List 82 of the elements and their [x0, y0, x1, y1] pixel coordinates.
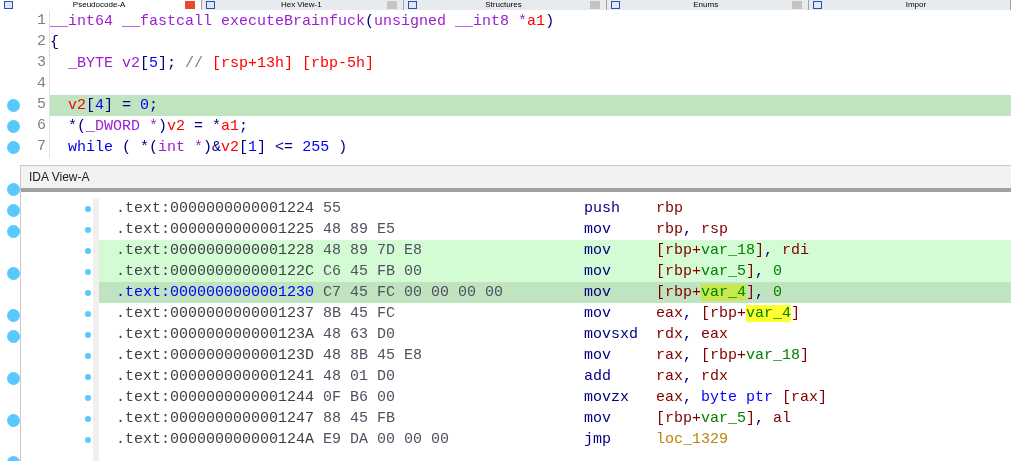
address: .text:0000000000001241	[116, 367, 315, 387]
line-number: 1	[36, 11, 46, 32]
operands: [rbp+var_5], al	[656, 409, 792, 429]
mnemonic: push	[584, 199, 622, 219]
operands: loc_1329	[656, 430, 729, 450]
operands: [rbp+var_18], rdi	[656, 241, 810, 261]
tab-icon	[206, 1, 216, 9]
line-number: 3	[36, 53, 46, 74]
tab-icon	[610, 1, 620, 9]
opcode-bytes: C7 45 FC 00 00 00 00	[323, 283, 505, 303]
code-line: _BYTE v2[5]; // [rsp+13h] [rbp-5h]	[67, 54, 376, 74]
operands: eax, byte ptr [rax]	[656, 388, 828, 408]
opcode-bytes: 88 45 FB	[323, 409, 397, 429]
disassembly-row[interactable]: .text:0000000000001247 88 45 FB mov [rbp+var_5], al	[99, 408, 1011, 429]
opcode-bytes: C6 45 FB 00	[323, 262, 424, 282]
code-line: __int64 __fastcall executeBrainfuck(unsigned __int8 *a1)	[50, 12, 556, 32]
disassembly-row[interactable]: .text:0000000000001230 C7 45 FC 00 00 00 00 mov [rbp+var_4], 0	[99, 282, 1011, 303]
operands: [rbp+var_4], 0	[656, 283, 783, 303]
line-number: 7	[36, 137, 46, 158]
mnemonic: mov	[584, 346, 613, 366]
mnemonic: mov	[584, 283, 613, 303]
code-line: {	[50, 33, 60, 53]
mnemonic: mov	[584, 262, 613, 282]
operands: rax, [rbp+var_18]	[656, 346, 810, 366]
opcode-bytes: 48 01 D0	[323, 367, 397, 387]
mnemonic: jmp	[584, 430, 613, 450]
operands: rdx, eax	[656, 325, 729, 345]
address: .text:0000000000001230	[116, 283, 315, 303]
address: .text:000000000000123D	[116, 346, 315, 366]
tab[interactable]: Pseudocode-A	[0, 0, 203, 10]
opcode-bytes: 8B 45 FC	[323, 304, 397, 324]
address: .text:000000000000123A	[116, 325, 315, 345]
code-line: while ( *(int *)&v2[1] <= 255 )	[67, 138, 349, 158]
opcode-bytes: 48 89 E5	[323, 220, 397, 240]
tab[interactable]: Structures	[404, 0, 607, 10]
line-number: 6	[36, 116, 46, 137]
disassembly-row[interactable]: .text:000000000000123A 48 63 D0 movsxd rdx, eax	[99, 324, 1011, 345]
line-number: 2	[36, 32, 46, 53]
mnemonic: mov	[584, 409, 613, 429]
opcode-bytes: E9 DA 00 00 00	[323, 430, 451, 450]
opcode-bytes: 48 89 7D E8	[323, 241, 424, 261]
address: .text:0000000000001247	[116, 409, 315, 429]
tab[interactable]: Impor	[808, 0, 1011, 10]
line-number: 4	[36, 74, 46, 95]
tab-icon	[812, 1, 822, 9]
disassembly-row[interactable]: .text:0000000000001225 48 89 E5 mov rbp, rsp	[99, 219, 1011, 240]
operands: rax, rdx	[656, 367, 729, 387]
mnemonic: mov	[584, 220, 613, 240]
tab-icon	[408, 1, 418, 9]
close-icon[interactable]	[185, 1, 196, 9]
panel-title: IDA View-A	[29, 169, 90, 186]
opcode-bytes: 48 63 D0	[323, 325, 397, 345]
address: .text:0000000000001237	[116, 304, 315, 324]
address: .text:0000000000001224	[116, 199, 315, 219]
disassembly-row[interactable]: .text:0000000000001228 48 89 7D E8 mov [rbp+var_18], rdi	[99, 240, 1011, 261]
opcode-bytes: 0F B6 00	[323, 388, 397, 408]
disassembly-row[interactable]: .text:0000000000001224 55 push rbp	[99, 198, 1011, 219]
operands: rbp	[656, 199, 684, 219]
disassembly-row[interactable]: .text:000000000000123D 48 8B 45 E8 mov rax, [rbp+var_18]	[99, 345, 1011, 366]
address: .text:000000000000122C	[116, 262, 315, 282]
mnemonic: add	[584, 367, 613, 387]
address: .text:0000000000001225	[116, 220, 315, 240]
address: .text:0000000000001244	[116, 388, 315, 408]
opcode-bytes: 55	[323, 199, 343, 219]
disassembly-row[interactable]: .text:000000000000124A E9 DA 00 00 00 jmp loc_1329	[99, 429, 1011, 450]
disassembly-row[interactable]: .text:0000000000001244 0F B6 00 movzx eax, byte ptr [rax]	[99, 387, 1011, 408]
address: .text:0000000000001228	[116, 241, 315, 261]
tab[interactable]: Hex View-1	[202, 0, 405, 10]
disassembly-row[interactable]: .text:000000000000122C C6 45 FB 00 mov [rbp+var_5], 0	[99, 261, 1011, 282]
tab[interactable]: Enums	[606, 0, 809, 10]
mnemonic: movsxd	[584, 325, 640, 345]
operands: rbp, rsp	[656, 220, 729, 240]
mnemonic: movzx	[584, 388, 631, 408]
operands: [rbp+var_5], 0	[656, 262, 783, 282]
address: .text:000000000000124A	[116, 430, 315, 450]
line-number: 5	[36, 95, 46, 116]
disassembly-row[interactable]: .text:0000000000001241 48 01 D0 add rax, rdx	[99, 366, 1011, 387]
opcode-bytes: 48 8B 45 E8	[323, 346, 424, 366]
mnemonic: mov	[584, 241, 613, 261]
mnemonic: mov	[584, 304, 613, 324]
code-line: *(_DWORD *)v2 = *a1;	[67, 117, 250, 137]
tab-icon	[4, 1, 13, 9]
